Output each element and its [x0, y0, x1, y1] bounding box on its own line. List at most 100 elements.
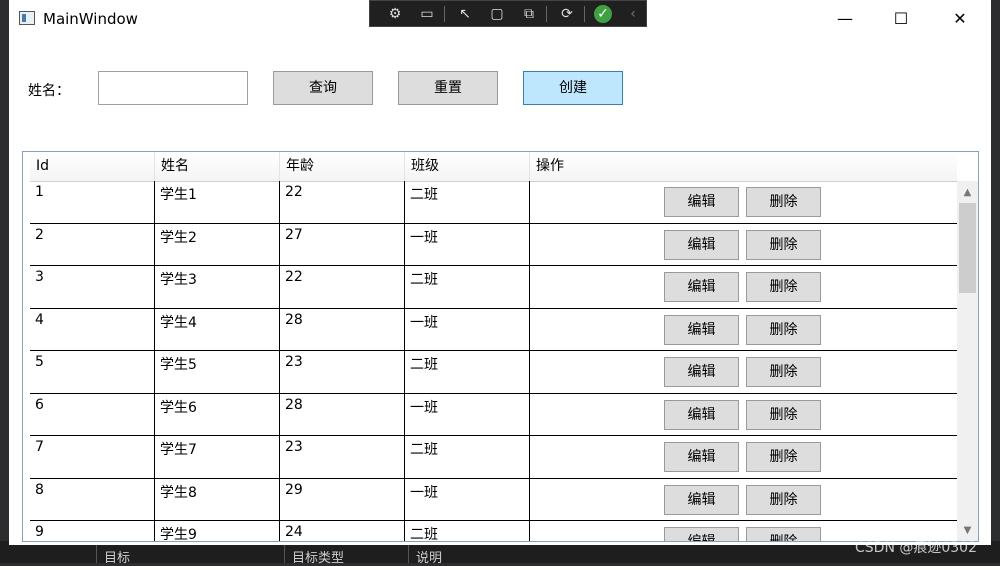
vertical-scrollbar[interactable]: ▲ ▼ — [957, 181, 978, 541]
cell-class: 二班 — [405, 266, 530, 308]
cell-class: 二班 — [405, 351, 530, 393]
table-row[interactable]: 8 学生8 29 一班 编辑 删除 — [30, 478, 957, 521]
layout-adorner-icon[interactable]: ▢ — [488, 5, 506, 23]
toolbar-separator — [444, 6, 445, 22]
cell-name: 学生6 — [155, 393, 280, 435]
edit-button[interactable]: 编辑 — [664, 229, 739, 260]
column-header-class[interactable]: 班级 — [405, 152, 530, 181]
toolbar-separator — [584, 6, 585, 22]
table-row[interactable]: 6 学生6 28 一班 编辑 删除 — [30, 393, 957, 436]
delete-button[interactable]: 删除 — [746, 229, 821, 260]
delete-button[interactable]: 删除 — [746, 187, 821, 217]
cell-age: 22 — [280, 181, 405, 223]
maximize-button[interactable]: ☐ — [878, 0, 924, 38]
table-row[interactable]: 3 学生3 22 二班 编辑 删除 — [30, 266, 957, 309]
cell-age: 24 — [280, 521, 405, 541]
scroll-thumb[interactable] — [959, 203, 976, 293]
edit-button[interactable]: 编辑 — [664, 357, 739, 387]
table-row[interactable]: 7 学生7 23 二班 编辑 删除 — [30, 436, 957, 479]
grid-header: Id 姓名 年龄 班级 操作 — [30, 152, 957, 182]
edit-button[interactable]: 编辑 — [664, 484, 739, 515]
column-header-id[interactable]: Id — [30, 152, 155, 181]
table-row[interactable]: 4 学生4 28 一班 编辑 删除 — [30, 308, 957, 351]
cell-id: 3 — [30, 266, 155, 308]
edit-button[interactable]: 编辑 — [664, 399, 739, 430]
cell-id: 8 — [30, 478, 155, 520]
cell-name: 学生3 — [155, 266, 280, 308]
cell-actions: 编辑 删除 — [530, 479, 957, 521]
minimize-button[interactable]: — — [822, 0, 868, 38]
reset-button[interactable]: 重置 — [398, 71, 498, 105]
cell-class: 二班 — [405, 436, 530, 478]
name-label: 姓名： — [28, 83, 70, 99]
cell-name: 学生1 — [155, 181, 280, 223]
edit-button[interactable]: 编辑 — [664, 187, 739, 217]
strip-item-description: 说明 — [416, 551, 443, 566]
strip-item-target-type: 目标类型 — [292, 551, 345, 566]
delete-button[interactable]: 删除 — [746, 272, 821, 302]
cell-actions: 编辑 删除 — [530, 181, 957, 223]
cell-age: 28 — [280, 393, 405, 435]
cell-name: 学生7 — [155, 436, 280, 478]
query-button[interactable]: 查询 — [273, 71, 373, 105]
cell-id: 5 — [30, 351, 155, 393]
cell-age: 27 — [280, 223, 405, 265]
cell-class: 二班 — [405, 521, 530, 541]
toolbar-separator — [546, 6, 547, 22]
hot-reload-icon[interactable]: ⟳ — [558, 5, 576, 23]
grid-body: 1 学生1 22 二班 编辑 删除 2 学生2 27 一班 编辑 删除 3 学生3 22 二班 编辑 删除 4 学生4… — [30, 181, 957, 541]
cell-name: 学生8 — [155, 478, 280, 520]
edit-button[interactable]: 编辑 — [664, 272, 739, 302]
cell-age: 22 — [280, 266, 405, 308]
app-icon — [19, 11, 35, 25]
cell-id: 7 — [30, 436, 155, 478]
table-row[interactable]: 1 学生1 22 二班 编辑 删除 — [30, 181, 957, 224]
collapse-chevron-icon[interactable]: ‹ — [624, 5, 642, 23]
cell-actions: 编辑 删除 — [530, 266, 957, 308]
cell-id: 4 — [30, 308, 155, 350]
delete-button[interactable]: 删除 — [746, 442, 821, 472]
select-element-icon[interactable]: ↖ — [456, 5, 474, 23]
table-row[interactable]: 5 学生5 23 二班 编辑 删除 — [30, 351, 957, 394]
delete-button[interactable]: 删除 — [746, 527, 821, 541]
column-header-age[interactable]: 年龄 — [280, 152, 405, 181]
cell-age: 23 — [280, 436, 405, 478]
name-input[interactable] — [98, 71, 248, 105]
track-focus-icon[interactable]: ⧉ — [520, 5, 538, 23]
cell-actions: 编辑 删除 — [530, 309, 957, 351]
cell-actions: 编辑 删除 — [530, 351, 957, 393]
delete-button[interactable]: 删除 — [746, 357, 821, 387]
strip-item-target: 目标 — [104, 551, 131, 566]
watermark: CSDN @痕迹0302 — [855, 540, 977, 556]
xaml-debug-toolbar: ⚙ ▭ ↖ ▢ ⧉ ⟳ ✓ ‹ — [369, 0, 647, 27]
cell-class: 一班 — [405, 478, 530, 520]
camera-icon[interactable]: ▭ — [418, 5, 436, 23]
column-header-name[interactable]: 姓名 — [155, 152, 280, 181]
main-window: MainWindow — ☐ ✕ ⚙ ▭ ↖ ▢ ⧉ ⟳ ✓ ‹ 姓名： 查询 … — [9, 0, 991, 545]
create-button[interactable]: 创建 — [523, 71, 623, 105]
edit-button[interactable]: 编辑 — [664, 527, 739, 541]
edit-button[interactable]: 编辑 — [664, 442, 739, 472]
delete-button[interactable]: 删除 — [746, 399, 821, 430]
delete-button[interactable]: 删除 — [746, 314, 821, 345]
cell-name: 学生5 — [155, 351, 280, 393]
cell-name: 学生4 — [155, 308, 280, 350]
close-button[interactable]: ✕ — [937, 0, 983, 38]
cell-class: 一班 — [405, 223, 530, 265]
column-header-actions[interactable]: 操作 — [530, 152, 957, 181]
table-row[interactable]: 9 学生9 24 二班 编辑 删除 — [30, 521, 957, 541]
scroll-up-arrow-icon[interactable]: ▲ — [957, 181, 978, 201]
cell-class: 一班 — [405, 393, 530, 435]
cell-class: 二班 — [405, 181, 530, 223]
edit-button[interactable]: 编辑 — [664, 314, 739, 345]
live-tree-icon[interactable]: ⚙ — [386, 5, 404, 23]
cell-age: 29 — [280, 478, 405, 520]
cell-age: 28 — [280, 308, 405, 350]
student-datagrid: Id 姓名 年龄 班级 操作 1 学生1 22 二班 编辑 删除 2 学生2 27 一班 编辑 删除 3… — [22, 151, 979, 542]
delete-button[interactable]: 删除 — [746, 484, 821, 515]
cell-class: 一班 — [405, 308, 530, 350]
checkmark-icon[interactable]: ✓ — [594, 5, 612, 23]
cell-id: 1 — [30, 181, 155, 223]
cell-actions: 编辑 删除 — [530, 224, 957, 266]
table-row[interactable]: 2 学生2 27 一班 编辑 删除 — [30, 223, 957, 266]
